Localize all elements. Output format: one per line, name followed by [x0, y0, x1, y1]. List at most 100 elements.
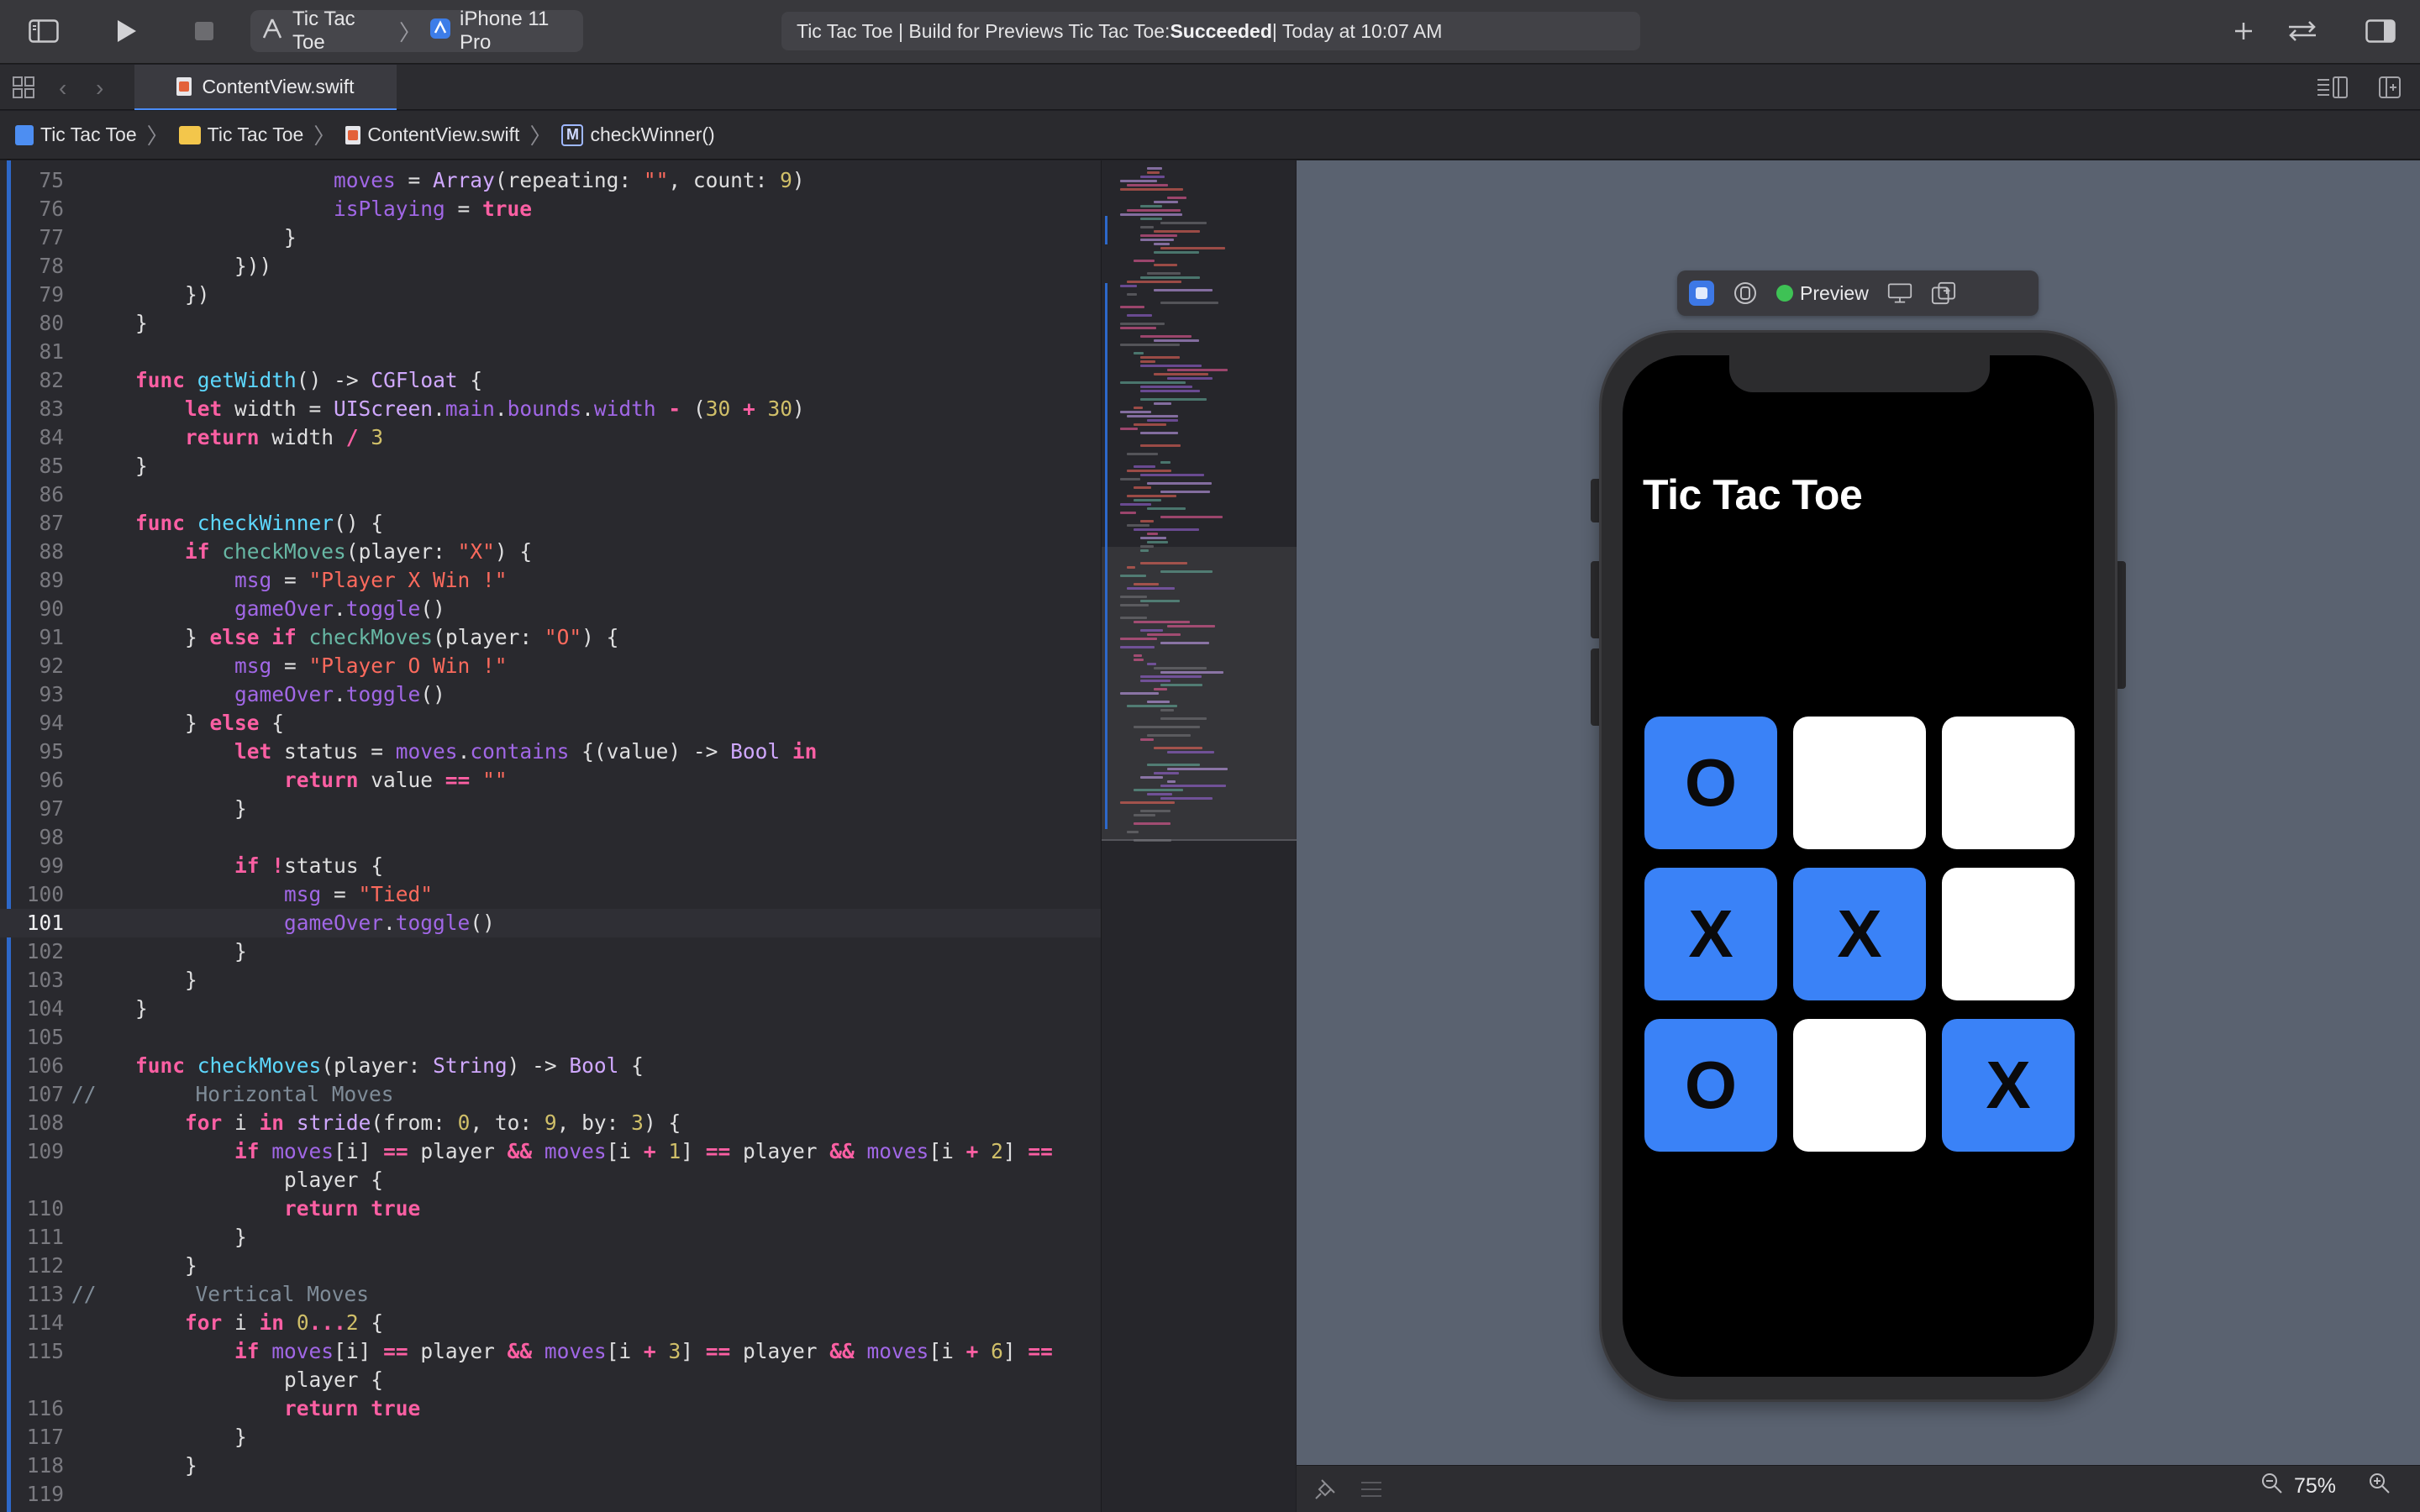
board-cell[interactable]: [1942, 717, 2075, 849]
code-line[interactable]: 88 if checkMoves(player: "X") {: [0, 538, 1101, 566]
line-number: 109: [26, 1139, 64, 1163]
code-line[interactable]: 106 func checkMoves(player: String) -> B…: [0, 1052, 1101, 1080]
add-editor-icon[interactable]: [2378, 76, 2402, 103]
breadcrumb-folder[interactable]: Tic Tac Toe: [208, 123, 304, 146]
grid-icon[interactable]: [12, 76, 35, 103]
code-line[interactable]: 119: [0, 1480, 1101, 1509]
code-line[interactable]: 78 })): [0, 252, 1101, 281]
code-line[interactable]: 80 }: [0, 309, 1101, 338]
code-line[interactable]: 91 } else if checkMoves(player: "O") {: [0, 623, 1101, 652]
device-settings-icon[interactable]: [1887, 281, 1912, 306]
code-line[interactable]: 89 msg = "Player X Win !": [0, 566, 1101, 595]
minimap-line: [1140, 545, 1154, 548]
code-text: }: [86, 796, 247, 821]
navigator-toggle-icon[interactable]: [25, 10, 62, 52]
board-cell[interactable]: X: [1942, 1019, 2075, 1152]
code-line[interactable]: 90 gameOver.toggle(): [0, 595, 1101, 623]
zoom-out-icon[interactable]: [2260, 1472, 2284, 1501]
code-line[interactable]: 103 }: [0, 966, 1101, 995]
board-cell[interactable]: [1942, 868, 2075, 1000]
minimap-line: [1167, 369, 1228, 371]
duplicate-preview-icon[interactable]: [1931, 281, 1956, 306]
code-line[interactable]: 97 }: [0, 795, 1101, 823]
code-line[interactable]: 105: [0, 1023, 1101, 1052]
app-title: Tic Tac Toe: [1643, 471, 1863, 518]
board-cell[interactable]: [1793, 1019, 1926, 1152]
source-editor[interactable]: 75 moves = Array(repeating: "", count: 9…: [0, 160, 1101, 1512]
breadcrumb-project[interactable]: Tic Tac Toe: [40, 123, 137, 146]
editor-options-icon[interactable]: [2316, 76, 2349, 103]
board-cell[interactable]: O: [1644, 717, 1777, 849]
code-review-icon[interactable]: [2284, 10, 2321, 52]
zoom-in-icon[interactable]: [2368, 1472, 2391, 1501]
code-line[interactable]: 114 for i in 0...2 {: [0, 1309, 1101, 1337]
code-line[interactable]: player {: [0, 1166, 1101, 1194]
board-cell[interactable]: X: [1793, 868, 1926, 1000]
list-icon[interactable]: [1359, 1478, 1384, 1505]
code-line[interactable]: 86: [0, 480, 1101, 509]
breadcrumb-file[interactable]: ContentView.swift: [367, 123, 519, 146]
back-icon[interactable]: ‹: [59, 75, 66, 102]
code-line[interactable]: 82 func getWidth() -> CGFloat {: [0, 366, 1101, 395]
run-button[interactable]: [109, 10, 143, 52]
line-number: 83: [39, 396, 64, 421]
pin-icon[interactable]: [1313, 1478, 1337, 1505]
stop-button[interactable]: [190, 10, 218, 52]
inspect-icon[interactable]: [1733, 281, 1758, 306]
code-line[interactable]: 93 gameOver.toggle(): [0, 680, 1101, 709]
scheme-selector[interactable]: Tic Tac Toe 〉 iPhone 11 Pro: [250, 8, 583, 54]
code-line[interactable]: 104 }: [0, 995, 1101, 1023]
code-line[interactable]: 85 }: [0, 452, 1101, 480]
code-line[interactable]: 108 for i in stride(from: 0, to: 9, by: …: [0, 1109, 1101, 1137]
preview-status[interactable]: Preview: [1776, 282, 1869, 305]
tab-contentview[interactable]: ContentView.swift: [134, 65, 397, 110]
code-line[interactable]: 76 isPlaying = true: [0, 195, 1101, 223]
code-line[interactable]: 79 }): [0, 281, 1101, 309]
code-line[interactable]: 112 }: [0, 1252, 1101, 1280]
code-line[interactable]: 117 }: [0, 1423, 1101, 1452]
code-line[interactable]: 94 } else {: [0, 709, 1101, 738]
code-line[interactable]: 77 }: [0, 223, 1101, 252]
line-number: 97: [39, 796, 64, 821]
code-line[interactable]: 111 }: [0, 1223, 1101, 1252]
code-line[interactable]: 109 if moves[i] == player && moves[i + 1…: [0, 1137, 1101, 1166]
code-line[interactable]: 99 if !status {: [0, 852, 1101, 880]
line-number: 106: [26, 1053, 64, 1078]
code-line[interactable]: 116 return true: [0, 1394, 1101, 1423]
board-cell[interactable]: [1793, 717, 1926, 849]
code-line[interactable]: 98: [0, 823, 1101, 852]
add-icon[interactable]: [2227, 10, 2260, 52]
code-line[interactable]: 75 moves = Array(repeating: "", count: 9…: [0, 166, 1101, 195]
zoom-control[interactable]: 75%: [2260, 1472, 2391, 1501]
code-lines[interactable]: 75 moves = Array(repeating: "", count: 9…: [0, 166, 1101, 1509]
board-cell[interactable]: X: [1644, 868, 1777, 1000]
breadcrumb-symbol[interactable]: checkWinner(): [590, 123, 714, 146]
live-preview-button[interactable]: [1689, 281, 1714, 306]
forward-icon[interactable]: ›: [96, 75, 103, 102]
code-line[interactable]: 84 return width / 3: [0, 423, 1101, 452]
code-line[interactable]: 100 msg = "Tied": [0, 880, 1101, 909]
code-text: return width / 3: [185, 425, 384, 449]
minimap-line: [1127, 314, 1152, 317]
code-line[interactable]: 118 }: [0, 1452, 1101, 1480]
code-line[interactable]: 115 if moves[i] == player && moves[i + 3…: [0, 1337, 1101, 1366]
code-line[interactable]: 102 }: [0, 937, 1101, 966]
code-line[interactable]: 95 let status = moves.contains {(value) …: [0, 738, 1101, 766]
minimap[interactable]: [1101, 160, 1297, 1512]
code-line[interactable]: 101 gameOver.toggle(): [0, 909, 1101, 937]
inspector-toggle-icon[interactable]: [2363, 10, 2398, 52]
code-line[interactable]: 87 func checkWinner() {: [0, 509, 1101, 538]
code-line[interactable]: 110 return true: [0, 1194, 1101, 1223]
minimap-line: [1120, 575, 1146, 577]
code-line[interactable]: player {: [0, 1366, 1101, 1394]
minimap-line: [1120, 213, 1182, 216]
board-cell[interactable]: O: [1644, 1019, 1777, 1152]
code-line[interactable]: 81: [0, 338, 1101, 366]
code-line[interactable]: 107 // Horizontal Moves: [0, 1080, 1101, 1109]
minimap-line: [1167, 377, 1213, 380]
code-line[interactable]: 83 let width = UIScreen.main.bounds.widt…: [0, 395, 1101, 423]
code-line[interactable]: 92 msg = "Player O Win !": [0, 652, 1101, 680]
code-line[interactable]: 113 // Vertical Moves: [0, 1280, 1101, 1309]
code-line[interactable]: 96 return value == "": [0, 766, 1101, 795]
